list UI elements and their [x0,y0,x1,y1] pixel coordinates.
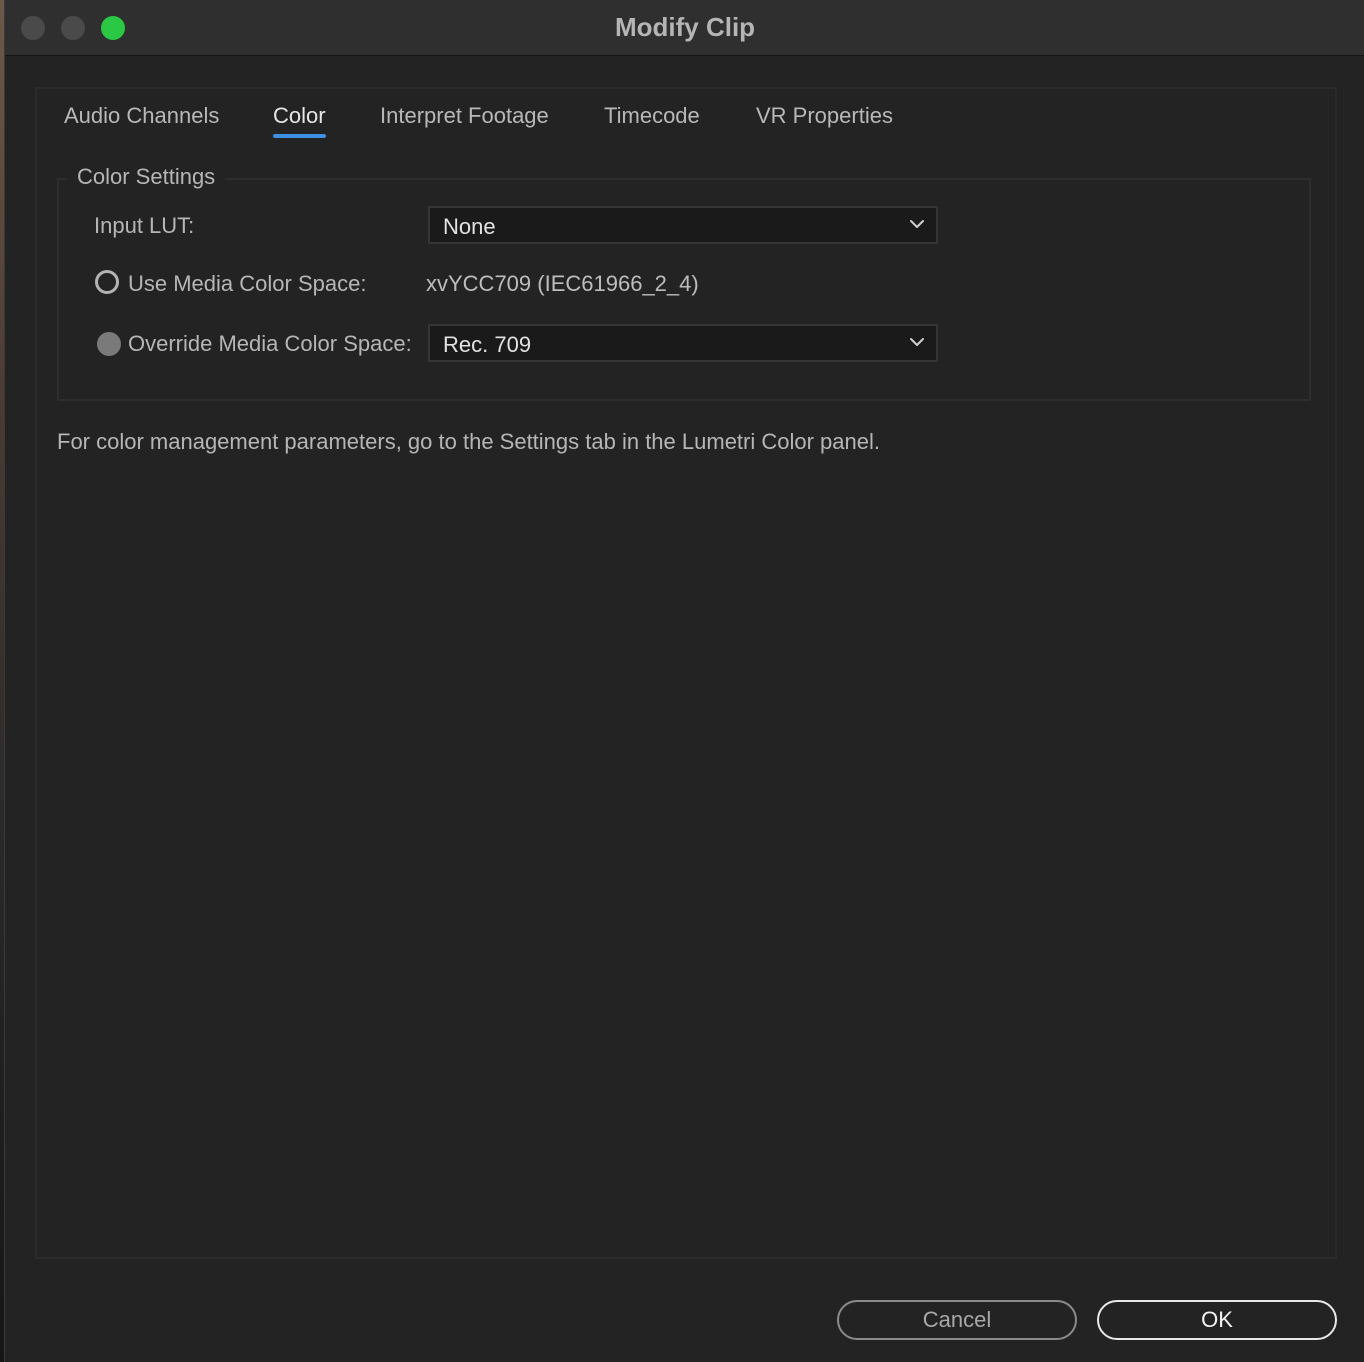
tab-timecode[interactable]: Timecode [604,103,700,129]
use-media-color-space-radio[interactable] [95,270,119,294]
input-lut-dropdown[interactable]: None [428,206,938,244]
tab-interpret-footage[interactable]: Interpret Footage [380,103,549,129]
modify-clip-dialog: Modify Clip Audio Channels Color Interpr… [4,0,1364,1362]
use-media-color-space-label: Use Media Color Space: [128,271,367,296]
chevron-down-icon [910,338,924,346]
tab-color[interactable]: Color [273,103,326,129]
window-title: Modify Clip [614,12,756,42]
input-lut-label: Input LUT: [94,213,195,238]
override-color-space-value: Rec. 709 [443,332,532,357]
tab-vr-properties[interactable]: VR Properties [756,103,893,129]
tab-audio-channels[interactable]: Audio Channels [64,103,219,129]
chevron-down-icon [910,220,924,228]
override-media-color-space-label: Override Media Color Space: [128,331,412,356]
tab-bar: Audio Channels Color Interpret Footage T… [37,89,1335,149]
color-management-info-text: For color management parameters, go to t… [57,429,880,454]
ok-button[interactable]: OK [1097,1300,1337,1340]
titlebar: Modify Clip [5,0,1364,56]
input-lut-value: None [443,214,496,239]
cancel-button[interactable]: Cancel [837,1300,1077,1340]
override-color-space-dropdown[interactable]: Rec. 709 [428,324,938,362]
tab-panel: Audio Channels Color Interpret Footage T… [35,87,1337,1259]
color-settings-group: Color Settings Input LUT: None Use Media… [57,164,1311,401]
color-settings-legend: Color Settings [67,164,226,190]
active-tab-indicator [273,134,326,138]
override-media-color-space-radio[interactable] [97,332,121,356]
media-color-space-value: xvYCC709 (IEC61966_2_4) [426,271,699,296]
